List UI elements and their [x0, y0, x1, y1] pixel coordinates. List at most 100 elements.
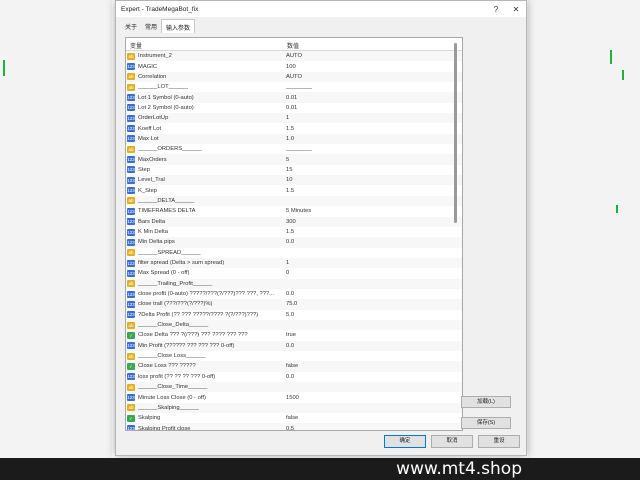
parameter-value[interactable]: 5	[283, 157, 462, 163]
help-button[interactable]: ?	[486, 5, 506, 14]
parameter-value[interactable]: ________	[283, 84, 462, 90]
table-row[interactable]: ab ______ORDERS______ ________	[126, 144, 462, 154]
string-type-icon: ab	[127, 404, 135, 412]
parameter-value[interactable]: 1.5	[283, 188, 462, 194]
parameter-value[interactable]: 0	[283, 270, 462, 276]
table-row[interactable]: 123 Lot 2 Symbol (0-auto) 0.01	[126, 103, 462, 113]
table-row[interactable]: 123 filter spread (Delta > sum spread) 1	[126, 257, 462, 269]
parameter-value[interactable]: 5 Minutes	[283, 208, 462, 214]
table-row[interactable]: 123 K_Step 1.5	[126, 185, 462, 195]
reset-button[interactable]: 重设	[478, 435, 520, 448]
table-row[interactable]: 123 Max Spread (0 - off) 0	[126, 268, 462, 278]
chart-background-right	[528, 0, 640, 458]
parameter-value[interactable]: 300	[283, 219, 462, 225]
parameter-value[interactable]: 10	[283, 177, 462, 183]
parameter-value[interactable]: 0.01	[283, 95, 462, 101]
table-row[interactable]: 123 MaxOrders 5	[126, 154, 462, 165]
parameter-value[interactable]: 75.0	[283, 301, 462, 307]
tab-common[interactable]: 常用	[141, 19, 161, 33]
table-row[interactable]: 123 MAGIC 100	[126, 61, 462, 71]
table-row[interactable]: 123 Lot 1 Symbol (0-auto) 0.01	[126, 92, 462, 103]
close-button[interactable]: ✕	[506, 5, 526, 14]
table-row[interactable]: 123 loss profit (?? ?? ?? ??? 0-off) 0.0	[126, 372, 462, 382]
table-row[interactable]: ab ______SPREAD______	[126, 248, 462, 258]
string-type-icon: ab	[127, 52, 135, 60]
parameter-value[interactable]: 0.01	[283, 105, 462, 111]
parameter-value[interactable]: 0.0	[283, 374, 462, 380]
table-row[interactable]: ab ______Close_Delta______	[126, 319, 462, 331]
parameter-value[interactable]: 1500	[283, 395, 462, 401]
table-row[interactable]: 123 Max Lot 1.0	[126, 133, 462, 145]
parameter-name-cell: ab ______Skalping______	[126, 404, 283, 412]
parameter-value[interactable]: 1	[283, 260, 462, 266]
load-button[interactable]: 加载(L)	[461, 396, 511, 408]
table-row[interactable]: ab ______LOT______ ________	[126, 82, 462, 92]
table-row[interactable]: 123 Min Delta pips 0.0	[126, 237, 462, 248]
column-header-variable[interactable]: 变量	[126, 38, 283, 50]
parameter-name: Bars Delta	[138, 218, 166, 225]
parameter-name-cell: 123 Bars Delta	[126, 218, 283, 226]
table-row[interactable]: ab ______Skalping______	[126, 402, 462, 414]
table-row[interactable]: 123 Minute Loss Close (0 - off) 1500	[126, 392, 462, 402]
parameter-value[interactable]: false	[283, 363, 462, 369]
parameter-name: Correlation	[138, 73, 167, 80]
cancel-button[interactable]: 取消	[431, 435, 473, 448]
table-row[interactable]: 123 Koeff Lot 1.5	[126, 123, 462, 133]
parameter-value[interactable]: AUTO	[283, 74, 462, 80]
parameter-value[interactable]: false	[283, 415, 462, 421]
parameter-value[interactable]: AUTO	[283, 53, 462, 59]
table-row[interactable]: 123 Bars Delta 300	[126, 216, 462, 227]
parameter-value[interactable]: true	[283, 332, 462, 338]
table-row[interactable]: 123 K Min Delta 1.5	[126, 227, 462, 237]
parameter-name: filter spread (Delta > sum spread)	[138, 260, 225, 267]
table-scrollbar[interactable]	[452, 37, 460, 431]
parameter-value[interactable]: 0.0	[283, 239, 462, 245]
tab-about[interactable]: 关于	[121, 19, 141, 33]
number-type-icon: 123	[127, 425, 135, 431]
table-row[interactable]: 123 Step 15	[126, 165, 462, 175]
parameter-value[interactable]: 0.0	[283, 291, 462, 297]
parameter-value[interactable]: 1	[283, 115, 462, 121]
parameter-value[interactable]: 100	[283, 64, 462, 70]
table-row[interactable]: ✓ Skalping false	[126, 413, 462, 423]
table-row[interactable]: 123 Skalping Profit close 0.5	[126, 423, 462, 431]
table-row[interactable]: 123 close trall (???/???(?/???)%) 75.0	[126, 299, 462, 310]
save-button[interactable]: 保存(S)	[461, 417, 511, 429]
table-row[interactable]: ab ______Trailing_Profit______	[126, 278, 462, 289]
ok-button[interactable]: 确定	[384, 435, 426, 448]
parameter-value[interactable]: 0.5	[283, 426, 462, 430]
table-row[interactable]: ab ______Close_Time______	[126, 382, 462, 393]
column-header-value[interactable]: 数值	[283, 38, 299, 50]
scrollbar-thumb[interactable]	[454, 43, 457, 223]
number-type-icon: 123	[127, 104, 135, 112]
table-row[interactable]: ✓ Close Delta ??? ?(/???) ??? ???? ??? ??…	[126, 330, 462, 340]
table-row[interactable]: 123 Min Profit (?????? ??? ??? ??? 0-off)…	[126, 340, 462, 351]
parameter-name-cell: ✓ Skalping	[126, 414, 283, 422]
parameter-value[interactable]: 1.0	[283, 136, 462, 142]
parameter-value[interactable]: 0.0	[283, 343, 462, 349]
table-row[interactable]: ab ______DELTA______	[126, 195, 462, 207]
parameter-name: TIMEFRAMES DELTA	[138, 208, 196, 215]
table-row[interactable]: 123 TIMEFRAMES DELTA 5 Minutes	[126, 206, 462, 216]
table-row[interactable]: ✓ Close Loss ??? ????? false	[126, 361, 462, 372]
parameter-name-cell: ab ______LOT______	[126, 83, 283, 91]
table-row[interactable]: ab ______Close Loss______	[126, 351, 462, 361]
parameter-value[interactable]: 15	[283, 167, 462, 173]
parameter-value[interactable]: ________	[283, 146, 462, 152]
table-row[interactable]: ab Instrument_2 AUTO	[126, 51, 462, 62]
tab-inputs[interactable]: 输入参数	[161, 19, 196, 33]
parameter-value[interactable]: 5.0	[283, 312, 462, 318]
parameter-name-cell: 123 K_Step	[126, 187, 283, 195]
table-row[interactable]: 123 Level_Tral 10	[126, 175, 462, 186]
table-row[interactable]: ab Correlation AUTO	[126, 71, 462, 83]
parameter-name: Instrument_2	[138, 53, 172, 60]
parameter-name: MaxOrders	[138, 156, 167, 163]
parameter-name: close trall (???/???(?/???)%)	[138, 301, 213, 308]
table-row[interactable]: 123 close profit (0-auto) ?????/???(?/???…	[126, 289, 462, 299]
parameter-value[interactable]: 1.5	[283, 126, 462, 132]
table-row[interactable]: 123 OrderLotUp 1	[126, 113, 462, 124]
table-row[interactable]: 123 ?Delta Profit (?? ??? ?????/???? ?(?/…	[126, 310, 462, 320]
parameter-value[interactable]: 1.5	[283, 229, 462, 235]
parameter-name: Min Profit (?????? ??? ??? ??? 0-off)	[138, 342, 235, 349]
number-type-icon: 123	[127, 156, 135, 164]
